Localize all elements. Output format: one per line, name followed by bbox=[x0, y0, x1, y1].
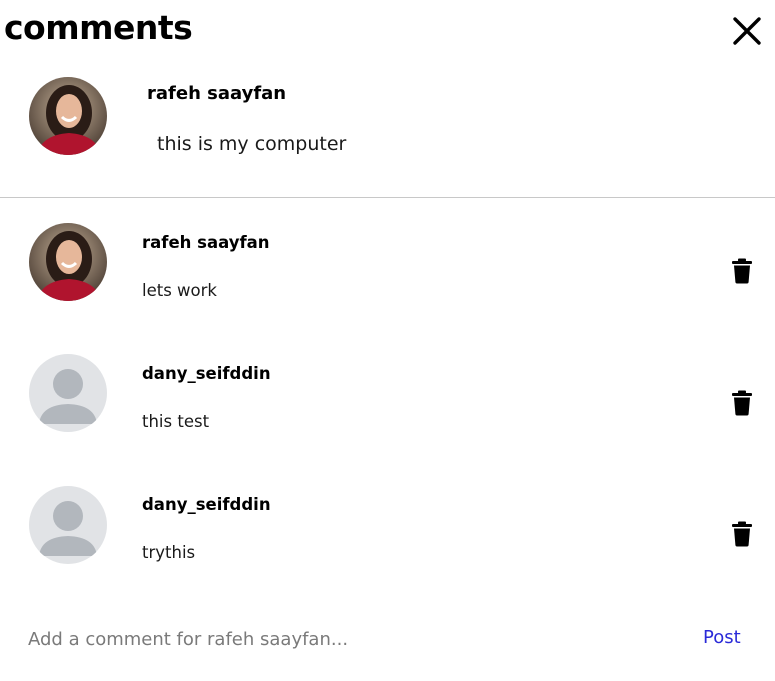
comment-text: this test bbox=[142, 412, 210, 431]
comment-author[interactable]: dany_seifddin bbox=[142, 493, 271, 517]
comment-author[interactable]: rafeh saayfan bbox=[142, 231, 270, 255]
avatar[interactable] bbox=[29, 223, 107, 301]
comment-input[interactable] bbox=[28, 624, 668, 654]
default-avatar-icon[interactable] bbox=[29, 486, 107, 564]
trash-icon[interactable] bbox=[731, 521, 753, 547]
trash-icon[interactable] bbox=[731, 390, 753, 416]
comment-item: dany_seifddin trythis bbox=[0, 486, 775, 603]
post-author[interactable]: rafeh saayfan bbox=[147, 82, 286, 106]
comment-item: dany_seifddin this test bbox=[0, 354, 775, 472]
close-icon[interactable] bbox=[729, 13, 765, 49]
post-text: this is my computer bbox=[157, 133, 347, 155]
comment-author[interactable]: dany_seifddin bbox=[142, 362, 271, 386]
comment-text: lets work bbox=[142, 281, 217, 300]
default-avatar-icon[interactable] bbox=[29, 354, 107, 432]
panel-title: comments bbox=[4, 8, 193, 47]
panel-header: comments bbox=[0, 0, 775, 60]
divider bbox=[0, 197, 775, 198]
original-post: rafeh saayfan this is my computer bbox=[0, 60, 775, 198]
avatar[interactable] bbox=[29, 77, 107, 155]
comments-panel: comments rafeh saayfan this is my comput… bbox=[0, 0, 775, 681]
trash-icon[interactable] bbox=[731, 258, 753, 284]
post-button[interactable]: Post bbox=[703, 626, 741, 650]
comment-text: trythis bbox=[142, 543, 196, 562]
comment-item: rafeh saayfan lets work bbox=[0, 223, 775, 341]
